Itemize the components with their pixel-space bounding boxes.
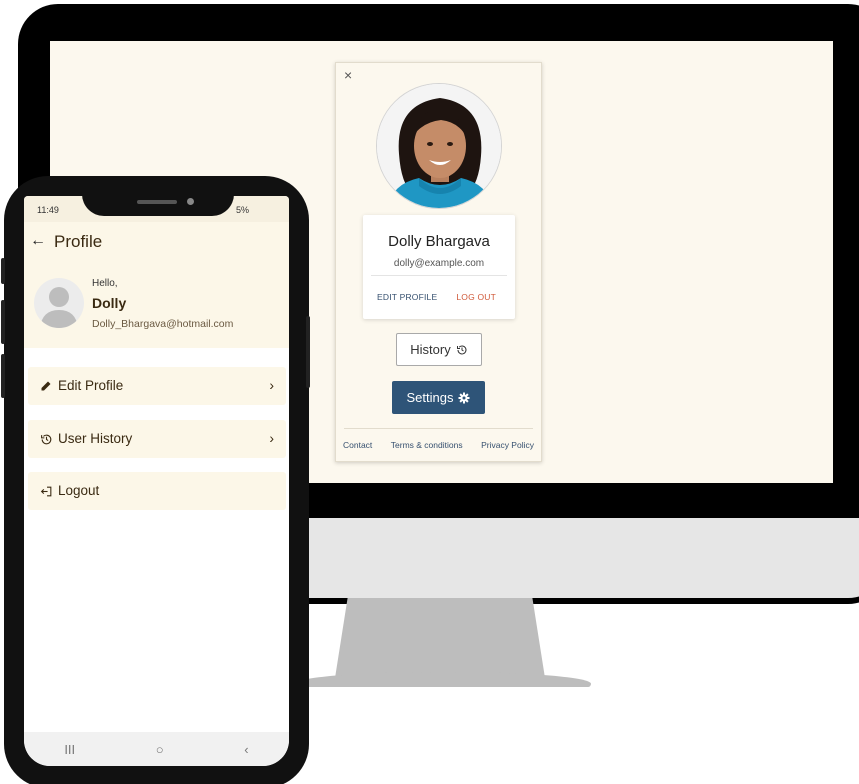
profile-photo [376,83,502,209]
settings-button-label: Settings [406,390,454,405]
menu-item-label: User History [58,431,133,446]
log-out-link[interactable]: LOG OUT [456,292,496,302]
status-battery: 5% [235,205,249,215]
settings-button[interactable]: Settings [392,381,485,414]
phone-notch [82,192,234,216]
info-divider [371,275,507,276]
profile-info-card: Dolly Bhargava dolly@example.com EDIT PR… [363,215,515,319]
edit-profile-link[interactable]: EDIT PROFILE [377,292,437,302]
status-time: 11:49 [37,205,59,215]
home-button[interactable]: ○ [156,742,164,757]
greeting: Hello, [92,278,118,289]
user-name: Dolly [92,295,127,311]
close-icon[interactable]: × [344,67,352,83]
history-icon [38,431,54,447]
history-button[interactable]: History [396,333,482,366]
monitor-stand-base [295,672,591,687]
profile-photo-illustration [377,84,501,208]
chevron-right-icon: › [269,430,274,446]
monitor-stand-neck [335,598,545,678]
menu-item-edit-profile[interactable]: Edit Profile › [28,367,286,405]
phone-screen: 11:49 5% ← Profile Hello, Dolly Dolly_Bh… [24,196,289,766]
history-icon [456,344,467,354]
page-title: Profile [54,232,103,251]
back-button[interactable]: ‹ [244,742,248,757]
footer-divider [344,428,533,429]
gear-icon [458,392,470,403]
history-button-label: History [410,342,451,357]
profile-name: Dolly Bhargava [388,233,490,250]
avatar [34,278,84,328]
profile-email: dolly@example.com [393,258,485,269]
back-arrow-icon[interactable]: ← [30,232,46,250]
phone-side-button [1,354,5,398]
user-email: Dolly_Bhargava@hotmail.com [92,318,234,330]
contact-link[interactable]: Contact [343,440,372,450]
terms-link[interactable]: Terms & conditions [391,440,463,450]
menu-item-label: Edit Profile [58,378,124,393]
phone-camera [187,198,194,205]
phone-side-button [1,258,5,284]
card-footer: Contact Terms & conditions Privacy Polic… [336,440,541,450]
avatar-placeholder-icon [40,287,78,328]
phone-side-button [1,300,5,344]
android-nav-bar: III ○ ‹ [24,732,289,766]
app-header: ← Profile [24,222,289,264]
desktop-profile-card: × Dolly Bhargava dolly@example.com EDIT … [335,62,542,462]
mockup-stage: × Dolly Bhargava dolly@example.com EDIT … [0,0,859,784]
chevron-right-icon: › [269,377,274,393]
menu-item-logout[interactable]: Logout [28,472,286,510]
phone-power-button [306,316,310,388]
user-card: Hello, Dolly Dolly_Bhargava@hotmail.com [24,264,289,348]
phone-speaker [137,200,177,204]
privacy-policy-link[interactable]: Privacy Policy [481,440,534,450]
pencil-icon [38,378,54,394]
menu-item-user-history[interactable]: User History › [28,420,286,458]
logout-icon [38,483,54,499]
recent-apps-button[interactable]: III [64,742,75,757]
menu-item-label: Logout [58,483,100,498]
